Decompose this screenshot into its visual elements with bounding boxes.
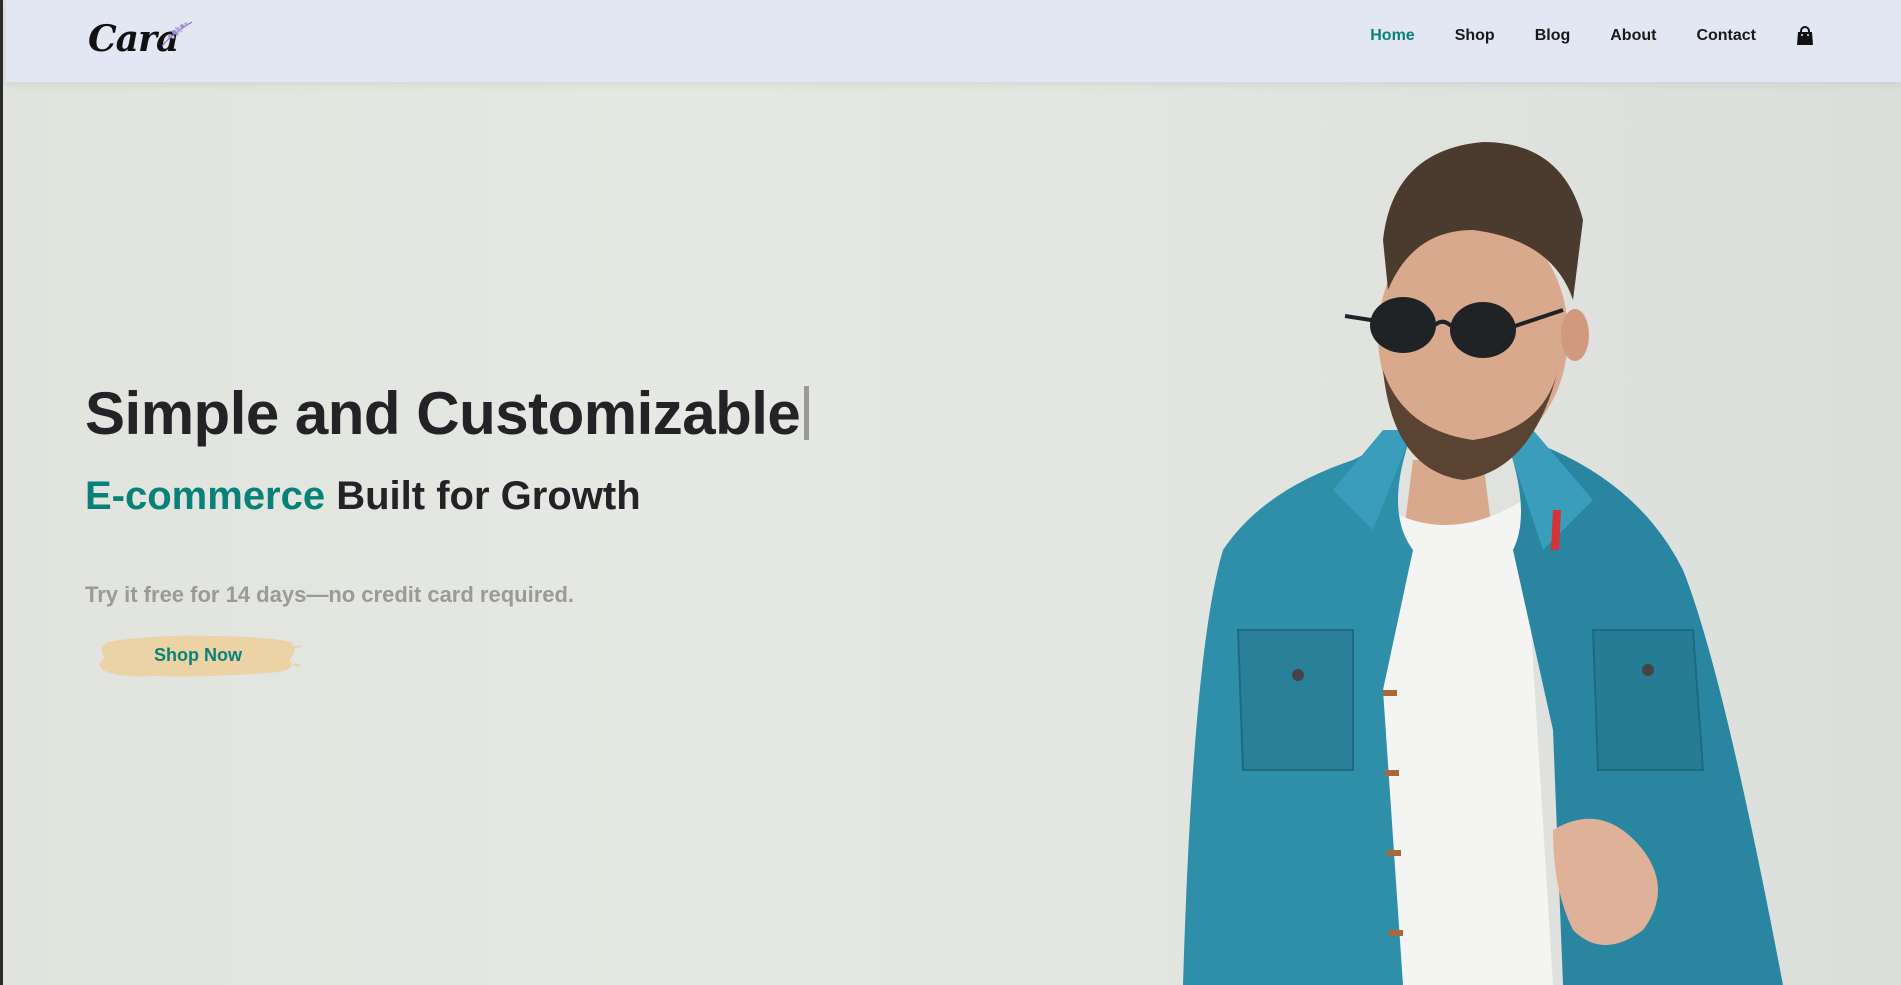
typing-cursor xyxy=(804,386,810,440)
hero-tagline: Try it free for 14 days—no credit card r… xyxy=(85,582,575,607)
shopping-bag-icon[interactable] xyxy=(1796,26,1814,46)
nav-about[interactable]: About xyxy=(1610,27,1656,45)
nav-shop[interactable]: Shop xyxy=(1455,27,1495,45)
brand-logo[interactable]: Cara xyxy=(88,16,198,64)
nav-home[interactable]: Home xyxy=(1370,27,1414,45)
shop-now-label: Shop Now xyxy=(154,645,242,665)
nav-blog[interactable]: Blog xyxy=(1535,27,1571,45)
hero-model-image xyxy=(1183,142,1783,985)
nav-contact[interactable]: Contact xyxy=(1696,27,1756,45)
main-nav: Home Shop Blog About Contact xyxy=(1370,26,1814,46)
hero-headline-text: Simple and Customizable xyxy=(85,380,801,447)
subhead-rest: Built for Growth xyxy=(325,474,641,518)
hero-headline: Simple and Customizable xyxy=(85,378,810,450)
subhead-accent: E-commerce xyxy=(85,474,326,518)
lavender-sprig-icon xyxy=(161,21,193,47)
site-header: Cara Home Shop Blog About Contact xyxy=(6,0,1901,82)
hero-subheadline: E-commerce Built for Growth xyxy=(85,470,641,522)
shop-now-button[interactable]: Shop Now xyxy=(93,630,303,680)
page-frame: Cara Home Shop Blog About Contact Simple… xyxy=(0,0,1901,985)
